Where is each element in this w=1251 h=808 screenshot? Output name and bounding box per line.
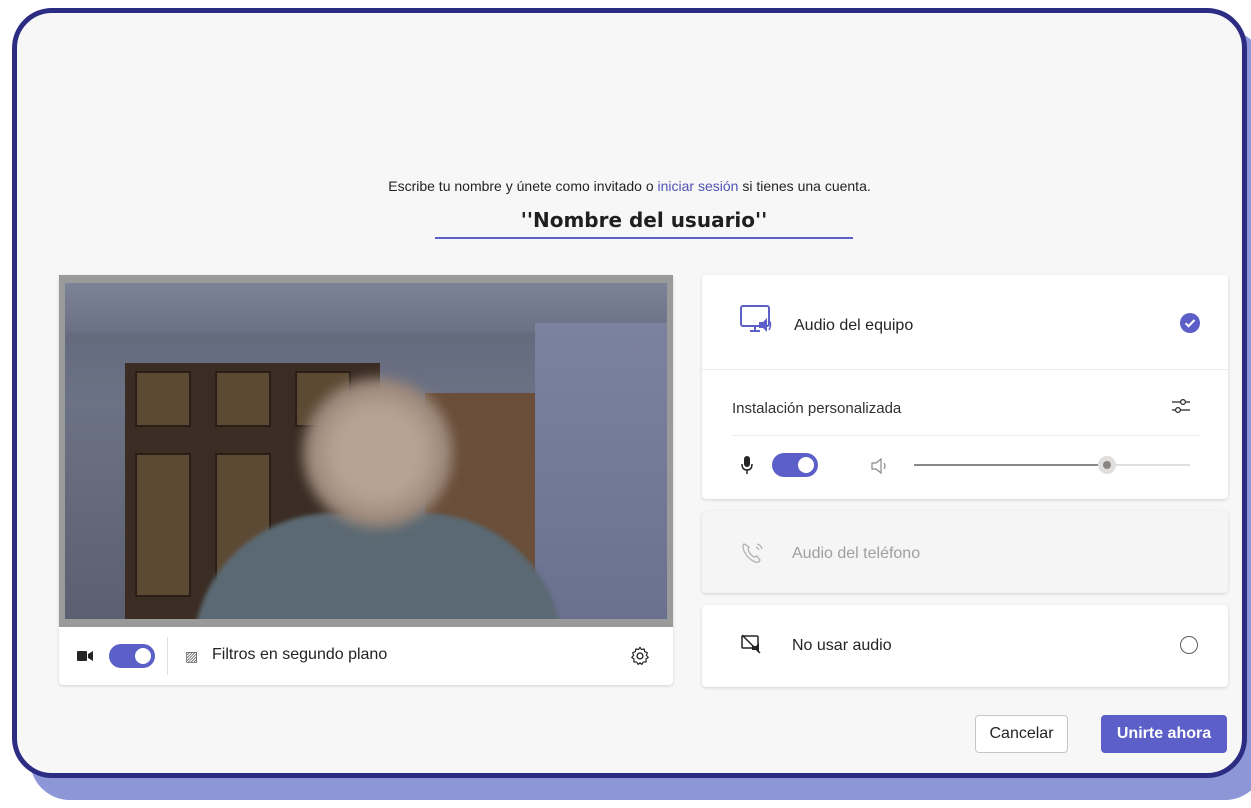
name-input[interactable] [435, 203, 853, 239]
gear-icon[interactable] [629, 645, 651, 667]
video-preview-card: ▨ Filtros en segundo plano [59, 275, 673, 685]
monitor-speaker-icon [740, 305, 772, 332]
sliders-icon[interactable] [1170, 395, 1192, 417]
join-prompt: Escribe tu nombre y únete como invitado … [17, 178, 1242, 194]
video-preview [59, 275, 673, 627]
camera-toggle[interactable] [109, 644, 155, 668]
volume-slider-thumb[interactable] [1098, 456, 1117, 474]
mic-toggle[interactable] [772, 453, 818, 477]
camera-icon [77, 651, 93, 661]
prejoin-dialog: Escribe tu nombre y únete como invitado … [12, 8, 1247, 778]
sign-in-link[interactable]: iniciar sesión [658, 178, 739, 194]
phone-audio-label: Audio del teléfono [792, 545, 921, 562]
background-filters-button[interactable]: Filtros en segundo plano [212, 646, 387, 664]
no-audio-label: No usar audio [792, 637, 892, 654]
camera-toolbar: ▨ Filtros en segundo plano [59, 627, 673, 685]
custom-setup-label: Instalación personalizada [732, 400, 902, 417]
phone-icon [742, 543, 763, 563]
no-audio-icon [741, 634, 761, 654]
no-audio-radio[interactable] [1180, 636, 1198, 654]
check-icon [1180, 313, 1200, 333]
computer-audio-option[interactable]: Audio del equipo Instalación personaliza… [702, 275, 1228, 499]
camera-feed [65, 283, 667, 619]
cancel-button[interactable]: Cancelar [975, 715, 1068, 753]
mic-icon [741, 456, 753, 474]
blurred-face [303, 378, 453, 528]
phone-audio-option[interactable]: Audio del teléfono [702, 511, 1228, 593]
computer-audio-label: Audio del equipo [794, 317, 914, 334]
filters-icon[interactable]: ▨ [185, 648, 198, 665]
join-now-button[interactable]: Unirte ahora [1101, 715, 1227, 753]
volume-slider-track[interactable] [1107, 464, 1190, 466]
volume-slider-fill [914, 464, 1108, 466]
prompt-text-before: Escribe tu nombre y únete como invitado … [388, 178, 658, 194]
speaker-icon [871, 457, 886, 475]
no-audio-option[interactable]: No usar audio [702, 605, 1228, 687]
prompt-text-after: si tienes una cuenta. [738, 178, 871, 194]
